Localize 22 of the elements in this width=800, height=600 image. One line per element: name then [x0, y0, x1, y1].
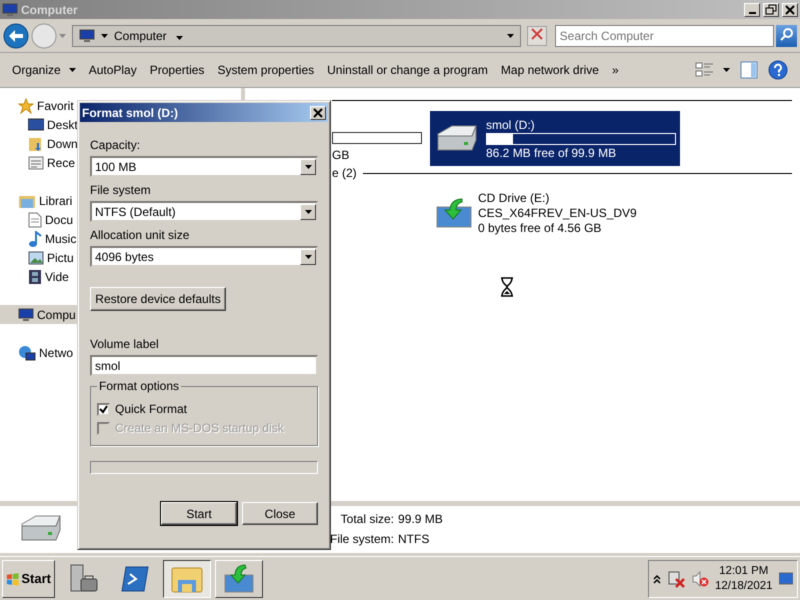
field-label: Volume label [90, 337, 160, 353]
free-space-text: 86.2 MB free of 99.9 MB [486, 146, 618, 160]
detail-label: Total size: [340, 512, 394, 526]
detail-label: File system: [330, 532, 394, 546]
size-text: GB [332, 148, 350, 162]
drive-name: smol (D:) [486, 118, 536, 132]
detail-value: NTFS [398, 532, 430, 546]
free-space-text: 0 bytes free of 4.56 GB [478, 221, 602, 235]
checkbox-label: Quick Format [115, 402, 188, 416]
drive-name: CD Drive (E:) [478, 191, 550, 205]
field-label: Capacity: [90, 138, 142, 154]
dialog-title: Format smol (D:) [82, 106, 179, 120]
window-title: Computer [21, 2, 79, 16]
clock-date: 12/18/2021 [715, 578, 773, 594]
field-label: File system [90, 183, 152, 199]
volume-name: CES_X64FREV_EN-US_DV9 [478, 206, 638, 220]
clock-time: 12:01 PM [719, 564, 768, 578]
group-title: Format options [97, 379, 182, 393]
group-header: e (2) [332, 166, 357, 180]
address-text: Computer [114, 28, 167, 42]
detail-value: 99.9 MB [398, 512, 444, 526]
field-label: Allocation unit size [90, 228, 190, 244]
